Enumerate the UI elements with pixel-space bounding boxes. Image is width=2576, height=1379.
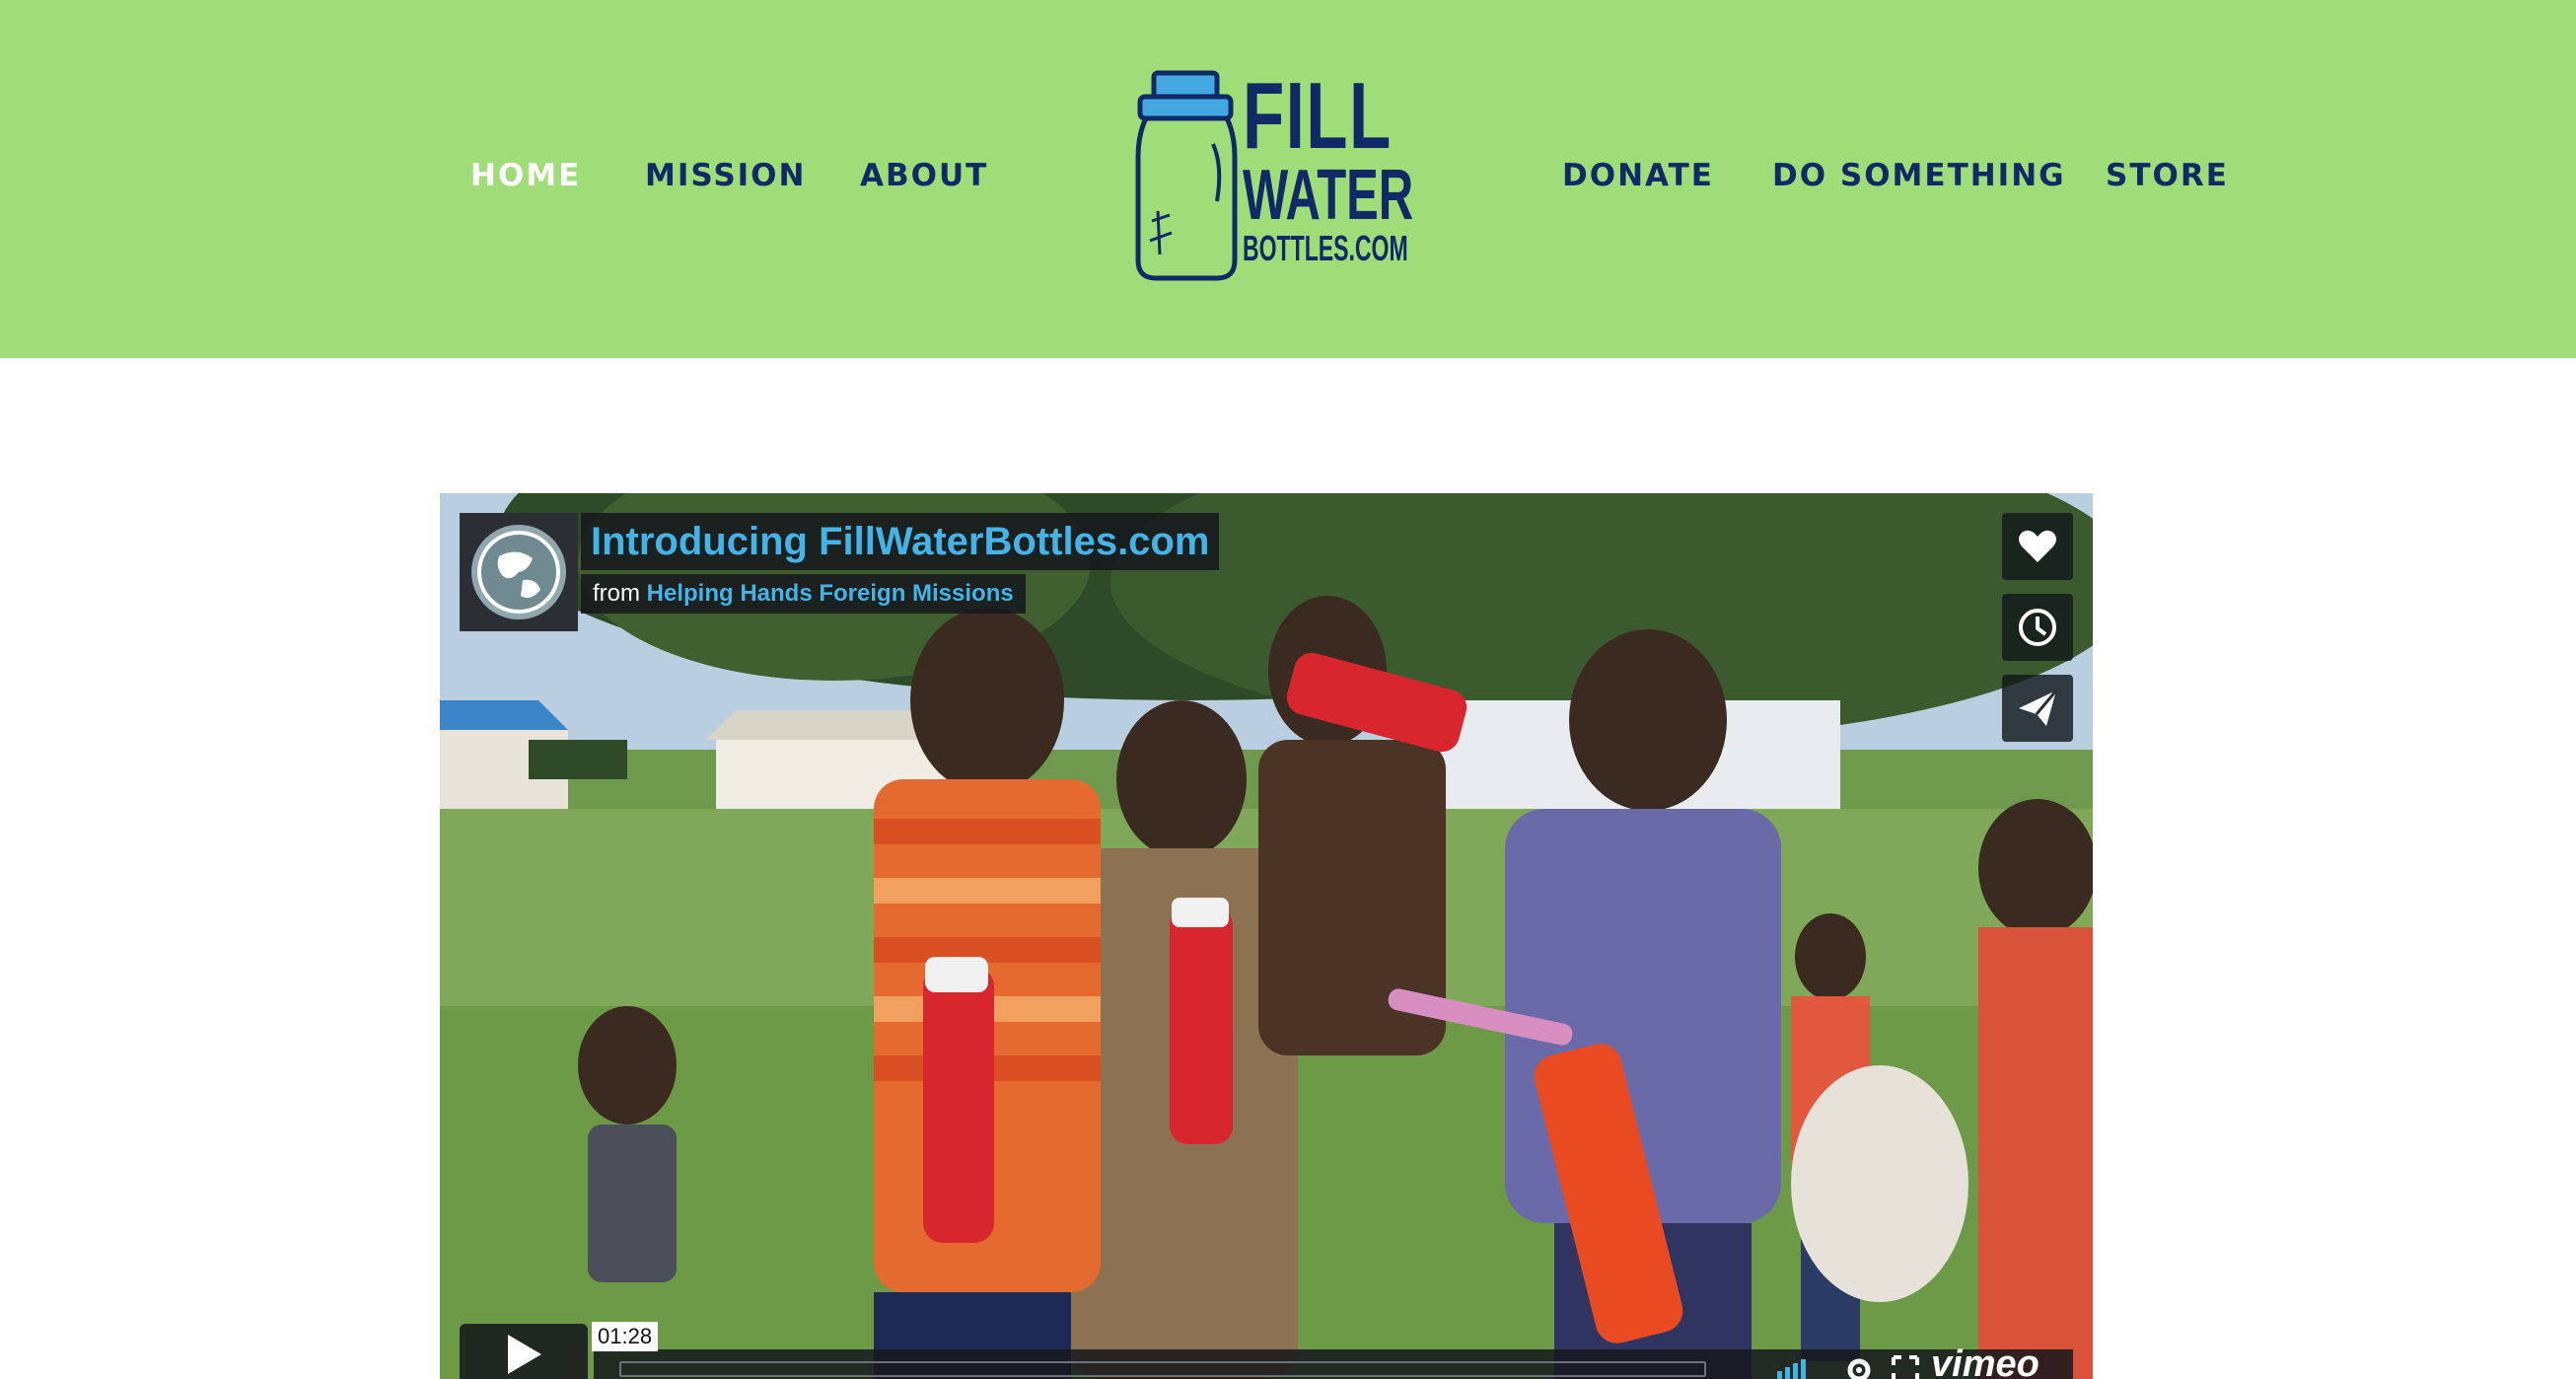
byline-prefix: from — [593, 580, 640, 607]
logo-wordmark: FILL WATER BOTTLES.COM — [1243, 69, 1501, 266]
logo-line-bottles: BOTTLES.COM — [1243, 228, 1408, 268]
video-title[interactable]: Introducing FillWaterBottles.com — [581, 513, 1220, 570]
share-button[interactable] — [2002, 675, 2073, 742]
play-icon — [508, 1335, 541, 1374]
globe-icon — [471, 525, 566, 619]
site-logo[interactable]: FILL WATER BOTTLES.COM — [1132, 67, 1413, 286]
video-owner-link[interactable]: Helping Hands Foreign Missions — [647, 580, 1014, 607]
clock-icon — [2019, 609, 2056, 646]
owner-avatar[interactable] — [460, 513, 578, 631]
video-player[interactable]: Introducing FillWaterBottles.com from He… — [440, 493, 2093, 1379]
paper-plane-icon — [2019, 690, 2058, 726]
nav-do-something[interactable]: DO SOMETHING — [1772, 158, 2066, 193]
site-header: HOME MISSION ABOUT FILL WATER BOTTLES.CO… — [0, 0, 2576, 358]
nav-store[interactable]: STORE — [2106, 158, 2229, 193]
play-button[interactable] — [460, 1324, 588, 1379]
like-button[interactable] — [2002, 513, 2073, 580]
nav-mission[interactable]: MISSION — [645, 158, 806, 193]
video-byline: from Helping Hands Foreign Missions — [581, 574, 1026, 614]
heart-icon — [2019, 530, 2056, 562]
nav-about[interactable]: ABOUT — [860, 158, 988, 193]
water-bottle-icon — [1135, 70, 1238, 281]
settings-gear-icon[interactable] — [1844, 1355, 1874, 1379]
logo-line-fill: FILL — [1243, 63, 1393, 169]
video-frame-image — [440, 493, 2093, 1379]
progress-bar[interactable] — [619, 1361, 1706, 1377]
nav-home[interactable]: HOME — [470, 158, 581, 193]
volume-icon[interactable] — [1777, 1357, 1817, 1379]
watch-later-button[interactable] — [2002, 594, 2073, 661]
duration-label: 01:28 — [592, 1322, 659, 1351]
vimeo-logo[interactable]: vimeo — [1931, 1343, 2039, 1379]
nav-donate[interactable]: DONATE — [1562, 158, 1714, 193]
logo-line-water: WATER — [1243, 156, 1414, 235]
video-controls: 01:28 vimeo — [440, 1320, 2093, 1379]
fullscreen-icon[interactable] — [1892, 1355, 1919, 1379]
